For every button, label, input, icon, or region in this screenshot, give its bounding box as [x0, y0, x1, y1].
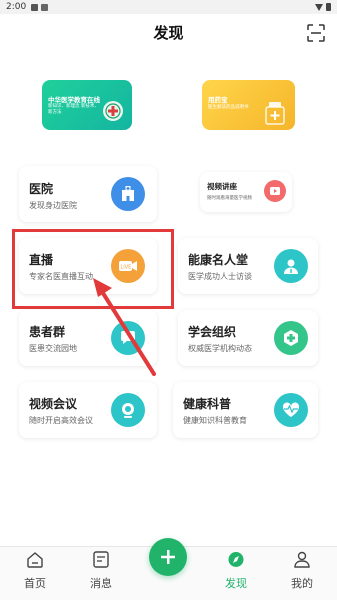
- webcam-icon: [111, 393, 145, 427]
- scan-icon[interactable]: [307, 24, 325, 42]
- card-subtitle: 权威医学机构动态: [188, 344, 252, 353]
- app-notification-icon: [41, 3, 49, 11]
- card-health-science[interactable]: 健康科普 健康知识科普教育: [173, 382, 318, 438]
- card-subtitle: 医患交流园地: [29, 344, 77, 353]
- card-video-lecture[interactable]: 视频讲座 随时观看海量医学视频: [200, 172, 292, 212]
- card-title: 患者群: [29, 325, 66, 339]
- tab-label: 发现: [225, 577, 247, 590]
- card-subtitle: 医学成功人士访谈: [188, 272, 252, 281]
- tab-home[interactable]: 首页: [10, 551, 60, 591]
- card-famous-hall[interactable]: 能康名人堂 医学成功人士访谈: [178, 238, 318, 294]
- card-title: 视频讲座: [207, 182, 237, 191]
- card-title: 健康科普: [183, 397, 232, 411]
- medicine-bottle-icon: [265, 102, 285, 125]
- card-subtitle: 随时开启高效会议: [29, 416, 93, 425]
- card-title: 能康名人堂: [188, 253, 249, 267]
- wifi-icon: [315, 3, 323, 11]
- doctor-icon: [274, 249, 308, 283]
- notification-icon: [31, 3, 39, 11]
- message-icon: [93, 551, 109, 568]
- battery-icon: [326, 3, 331, 11]
- card-patient-group[interactable]: 患者群 医患交流园地: [19, 310, 157, 366]
- video-play-icon: [264, 180, 286, 202]
- card-live[interactable]: 直播 专家名医直播互动 LIVE: [19, 238, 157, 294]
- card-society[interactable]: 学会组织 权威医学机构动态: [178, 310, 318, 366]
- status-time: 2:00: [6, 2, 27, 12]
- banner-title: 用药宝: [208, 96, 228, 104]
- card-hospital[interactable]: 医院 发现身边医院: [19, 166, 157, 222]
- banner-title: 中华医学教育在线: [48, 96, 100, 104]
- banner-medical-education[interactable]: 中华医学教育在线 新知识、新理念 新技术、新方法: [42, 80, 132, 130]
- card-title: 医院: [29, 182, 54, 196]
- card-video-meeting[interactable]: 视频会议 随时开启高效会议: [19, 382, 157, 438]
- svg-text:LIVE: LIVE: [121, 265, 132, 271]
- add-button[interactable]: [149, 538, 187, 576]
- page-title: 发现: [153, 24, 184, 42]
- tab-label: 首页: [24, 577, 46, 590]
- plus-icon: [161, 550, 175, 564]
- card-subtitle: 健康知识科普教育: [183, 416, 247, 425]
- card-title: 直播: [29, 253, 54, 267]
- card-subtitle: 发现身边医院: [29, 201, 77, 210]
- banner-medicine-treasure[interactable]: 用药宝 医生解读药品说明书: [202, 80, 295, 130]
- compass-icon: [228, 552, 244, 567]
- banner-subtitle: 新知识、新理念 新技术、新方法: [48, 104, 99, 115]
- education-logo-icon: [103, 101, 123, 121]
- card-title: 学会组织: [188, 325, 237, 339]
- card-title: 视频会议: [29, 397, 78, 411]
- page-header: 发现: [0, 18, 337, 48]
- tab-label: 我的: [291, 577, 313, 590]
- status-bar: 2:00: [0, 0, 337, 14]
- banner-subtitle: 医生解读药品说明书: [208, 105, 249, 110]
- live-camera-icon: LIVE: [111, 249, 145, 283]
- tab-label: 消息: [90, 577, 112, 590]
- tab-messages[interactable]: 消息: [76, 551, 126, 591]
- tab-profile[interactable]: 我的: [277, 551, 327, 591]
- medical-cross-icon: [274, 321, 308, 355]
- card-subtitle: 随时观看海量医学视频: [207, 196, 252, 201]
- chat-group-icon: [111, 321, 145, 355]
- heart-pulse-icon: [274, 393, 308, 427]
- hospital-icon: [111, 177, 145, 211]
- card-subtitle: 专家名医直播互动: [29, 272, 93, 281]
- user-icon: [294, 551, 310, 568]
- tab-discover[interactable]: 发现: [211, 551, 261, 591]
- home-icon: [27, 552, 43, 568]
